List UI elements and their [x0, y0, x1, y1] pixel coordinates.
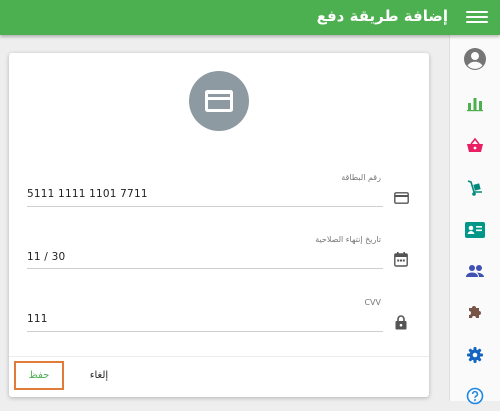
- account-icon: [464, 48, 486, 70]
- contact-card-icon: [465, 222, 485, 238]
- shopping-basket-icon: [467, 137, 483, 152]
- hamburger-menu-icon[interactable]: [466, 6, 488, 28]
- app-bar: إضافة طريقة دفع: [0, 0, 500, 35]
- payment-method-card: رقم البطاقة 5111 1111 1101 7711 تاريخ إن…: [9, 53, 429, 397]
- page-title: إضافة طريقة دفع: [316, 7, 448, 25]
- sidebar-item-customers[interactable]: [450, 215, 500, 245]
- card-number-label: رقم البطاقة: [341, 173, 381, 182]
- cvv-label: CVV: [364, 298, 381, 307]
- sidebar-item-reports[interactable]: [450, 88, 500, 118]
- calendar-icon: [393, 251, 409, 267]
- expiry-date-label: تاريخ إنتهاء الصلاحية: [315, 235, 381, 244]
- sidebar-item-users[interactable]: [450, 256, 500, 286]
- sidebar-item-help[interactable]: [450, 381, 500, 411]
- cvv-input[interactable]: 111: [27, 313, 48, 325]
- sidebar-item-plugins[interactable]: [450, 297, 500, 327]
- hand-truck-icon: [467, 180, 482, 196]
- help-icon: [466, 387, 484, 405]
- card-number-underline: [27, 206, 383, 207]
- bar-chart-icon: [467, 98, 483, 112]
- expiry-date-input[interactable]: 11 / 30: [27, 251, 65, 263]
- save-button[interactable]: حفظ: [14, 361, 64, 390]
- expiry-date-underline: [27, 268, 383, 269]
- credit-card-icon: [393, 190, 409, 206]
- people-icon: [466, 265, 484, 277]
- cvv-field[interactable]: CVV 111: [27, 296, 383, 332]
- expiry-date-field[interactable]: تاريخ إنتهاء الصلاحية 11 / 30: [27, 233, 383, 269]
- card-number-input[interactable]: 5111 1111 1101 7711: [27, 188, 148, 200]
- sidebar-item-shipping[interactable]: [450, 173, 500, 203]
- credit-card-icon: [205, 90, 233, 112]
- lock-icon: [393, 314, 409, 330]
- card-number-field[interactable]: رقم البطاقة 5111 1111 1101 7711: [27, 171, 383, 207]
- cancel-button[interactable]: إلغاء: [81, 361, 117, 390]
- settings-icon: [467, 347, 483, 363]
- sidebar-nav: [449, 35, 500, 405]
- cvv-underline: [27, 331, 383, 332]
- card-actions: حفظ إلغاء: [9, 356, 429, 398]
- sidebar-item-orders[interactable]: [450, 131, 500, 161]
- sidebar-item-settings[interactable]: [450, 340, 500, 370]
- sidebar-item-account[interactable]: [450, 44, 500, 74]
- puzzle-icon: [469, 306, 481, 318]
- payment-avatar: [189, 71, 249, 131]
